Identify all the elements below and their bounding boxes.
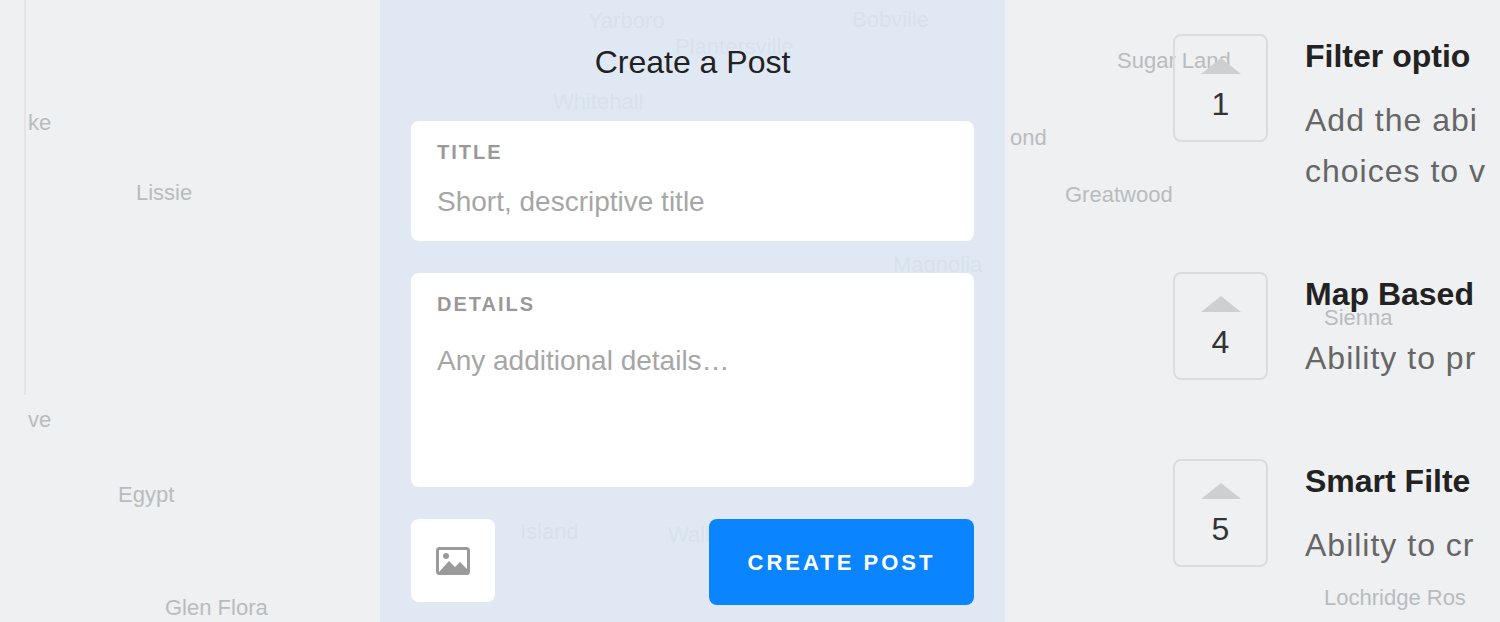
vote-button[interactable]: 1 bbox=[1173, 34, 1268, 142]
upvote-icon bbox=[1201, 483, 1241, 499]
upvote-icon bbox=[1201, 296, 1241, 312]
map-label: Greatwood bbox=[1065, 182, 1173, 208]
description-line: Add the abi bbox=[1305, 95, 1486, 146]
field-label: DETAILS bbox=[437, 292, 948, 316]
create-post-panel: Create a Post TITLE DETAILS CREATE POST bbox=[380, 0, 1005, 622]
idea-description: Ability to pr bbox=[1305, 333, 1476, 384]
create-post-button[interactable]: CREATE POST bbox=[709, 519, 974, 605]
vote-count: 5 bbox=[1212, 509, 1230, 549]
vote-button[interactable]: 4 bbox=[1173, 272, 1268, 380]
image-button[interactable] bbox=[411, 519, 495, 602]
map-label: ke bbox=[28, 110, 51, 136]
map-label: Glen Flora bbox=[165, 595, 268, 621]
map-label: Egypt bbox=[118, 482, 174, 508]
idea-description: Ability to cr bbox=[1305, 520, 1474, 571]
vote-button[interactable]: 5 bbox=[1173, 459, 1268, 567]
idea-list: 1 Filter optio Add the abichoices to v 4 Map… bbox=[1173, 0, 1486, 622]
upvote-icon bbox=[1201, 58, 1241, 74]
idea-item: 5 Smart Filte Ability to cr bbox=[1173, 459, 1486, 571]
idea-title[interactable]: Map Based bbox=[1305, 274, 1476, 314]
map-label: ond bbox=[1010, 125, 1047, 151]
image-icon bbox=[436, 547, 470, 575]
idea-item: 1 Filter optio Add the abichoices to v bbox=[1173, 34, 1486, 197]
title-input[interactable] bbox=[437, 184, 948, 220]
field-label: TITLE bbox=[437, 140, 948, 164]
map-label: Lochridge Ros bbox=[1324, 585, 1466, 611]
field: DETAILS bbox=[411, 273, 974, 487]
vote-count: 4 bbox=[1212, 322, 1230, 362]
idea-description: Add the abichoices to v bbox=[1305, 95, 1486, 197]
description-line: Ability to cr bbox=[1305, 520, 1474, 571]
vote-count: 1 bbox=[1212, 84, 1230, 124]
field: TITLE bbox=[411, 121, 974, 241]
map-label: Lissie bbox=[136, 180, 192, 206]
idea-title[interactable]: Filter optio bbox=[1305, 36, 1486, 76]
description-line: choices to v bbox=[1305, 146, 1486, 197]
panel-title: Create a Post bbox=[411, 42, 974, 82]
idea-item: 4 Map Based Ability to pr bbox=[1173, 272, 1486, 384]
description-line: Ability to pr bbox=[1305, 333, 1476, 384]
idea-title[interactable]: Smart Filte bbox=[1305, 461, 1474, 501]
map-label: ve bbox=[28, 407, 51, 433]
details-input[interactable] bbox=[437, 343, 948, 443]
